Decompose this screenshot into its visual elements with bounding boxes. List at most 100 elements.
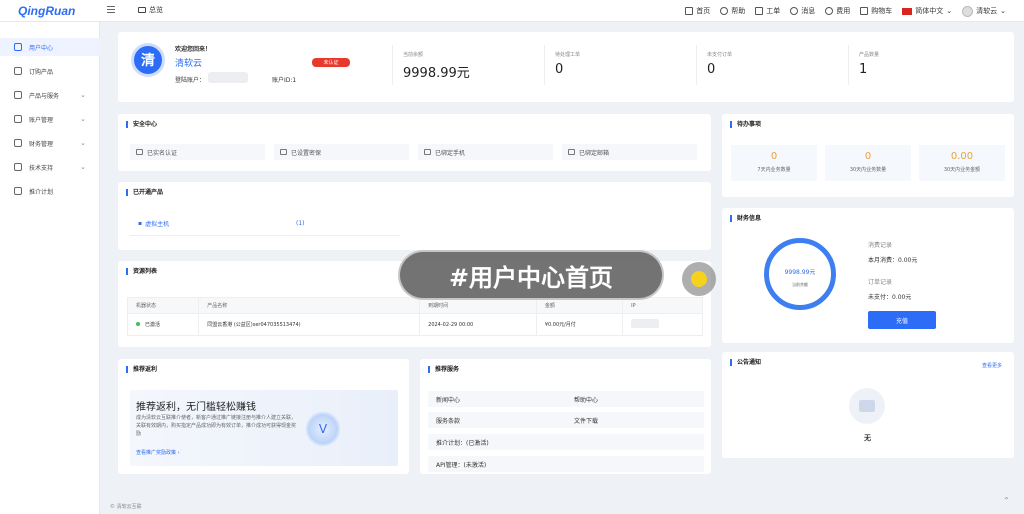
nav-cart[interactable]: 购物车	[860, 4, 892, 18]
support-icon	[14, 163, 22, 171]
service-help[interactable]: 帮助中心	[566, 391, 704, 407]
sidebar-item-finance[interactable]: 财务管理 ⌄	[0, 134, 100, 152]
section-title: 推荐返利	[126, 366, 157, 373]
bell-icon	[790, 7, 799, 15]
order-title: 订单记录	[868, 279, 893, 286]
stat-unpaid-orders[interactable]: 未支付订单 0	[696, 45, 836, 85]
monitor-icon	[138, 7, 146, 13]
top-bar: QingRuan 总览 首页 帮助 工单 消息 费用 购物车 简体中文 ⌄ 清软云…	[0, 0, 1024, 22]
video-caption-overlay: #用户中心首页	[398, 250, 664, 300]
sidebar-item-referral[interactable]: 推介计划	[0, 182, 100, 200]
stat-balance[interactable]: 当前余额 9998.99元	[392, 45, 532, 85]
security-item-question[interactable]: 已设置密保	[274, 144, 409, 160]
scroll-top-icon[interactable]: ⌃	[1003, 496, 1010, 505]
ring-label: 当前余额	[792, 282, 808, 287]
top-nav: 首页 帮助 工单 消息 费用 购物车 简体中文 ⌄ 清软云 ⌄	[685, 4, 1006, 18]
service-label: 新闻中心	[436, 396, 461, 404]
sidebar-item-label: 账户管理	[29, 116, 54, 124]
sidebar-item-label: 推介计划	[29, 188, 54, 196]
status-dot-icon	[136, 322, 140, 326]
service-news[interactable]: 新闻中心	[428, 391, 566, 407]
security-item-realname[interactable]: 已实名认证	[130, 144, 265, 160]
section-title: 已开通产品	[126, 189, 163, 196]
stat-value: 9998.99元	[403, 66, 470, 81]
nav-home[interactable]: 首页	[685, 4, 710, 18]
stat-label: 未支付订单	[707, 52, 733, 58]
amount-cell: ¥0.00元/月付	[535, 313, 624, 336]
nav-help-label: 帮助	[731, 7, 746, 15]
nav-fees-label: 费用	[836, 7, 851, 15]
service-referral[interactable]: 推介计划：(已激活)	[428, 434, 704, 450]
ring-value: 9998.99元	[784, 269, 816, 276]
security-item-label: 已实名认证	[147, 149, 178, 157]
stat-product-count[interactable]: 产品数量 1	[848, 45, 988, 85]
nav-messages-label: 消息	[801, 7, 816, 15]
welcome-greeting: 欢迎您回来！	[175, 46, 212, 53]
security-card: 安全中心	[118, 114, 711, 171]
service-terms[interactable]: 服务条款	[428, 412, 566, 428]
section-title: 财务信息	[730, 215, 761, 222]
chevron-down-icon: ⌄	[80, 115, 86, 123]
recharge-button[interactable]: 充值	[868, 311, 936, 329]
apps-icon: ▪	[138, 220, 143, 227]
order-text: 未支付：0.00元	[868, 294, 912, 301]
overview-tab[interactable]: 总览	[138, 5, 163, 15]
stat-label: 待处理工单	[555, 52, 581, 58]
product-name-cell[interactable]: 同盟云香港 (公益区)ser047035513474)	[198, 313, 421, 336]
service-label: API管理：(未激活)	[436, 461, 487, 469]
chevron-down-icon: ⌄	[80, 163, 86, 171]
todo-label: 30天内业务数量	[849, 167, 887, 173]
todo-30day-count[interactable]: 0 30天内业务数量	[825, 145, 911, 181]
table-row[interactable]: 已激活 同盟云香港 (公益区)ser047035513474) 2024-02-…	[126, 313, 703, 336]
finance-icon	[14, 139, 22, 147]
sidebar-item-label: 财务管理	[29, 140, 54, 148]
rebate-policy-link[interactable]: 查看推广奖励政策 ›	[136, 449, 180, 456]
sidebar: 用户中心 订购产品 产品与服务 ⌄ 账户管理 ⌄ 财务管理 ⌄ 技术支持 ⌄ 推介计划	[0, 22, 100, 514]
language-select[interactable]: 简体中文 ⌄	[902, 4, 952, 18]
brand-logo[interactable]: QingRuan	[18, 4, 75, 18]
menu-toggle-icon[interactable]	[107, 6, 115, 14]
service-label: 服务条款	[436, 417, 461, 425]
todo-value: 0.00	[950, 151, 974, 162]
cart-icon	[860, 7, 869, 15]
security-item-label: 已设置密保	[291, 149, 322, 157]
todo-7day-count[interactable]: 0 7天内业务数量	[731, 145, 817, 181]
user-name: 清软云	[976, 7, 998, 15]
sidebar-item-user-center[interactable]: 用户中心	[0, 38, 100, 56]
account-id: 账户ID:1	[272, 77, 297, 84]
sidebar-item-order-products[interactable]: 订购产品	[0, 62, 100, 80]
section-title: 安全中心	[126, 121, 157, 128]
service-downloads[interactable]: 文件下载	[566, 412, 704, 428]
section-title: 推荐服务	[428, 366, 459, 373]
notice-empty-text: 无	[864, 434, 871, 442]
footer-copyright: © 清软云互联	[110, 504, 142, 510]
service-api[interactable]: API管理：(未激活)	[428, 456, 704, 472]
welcome-name[interactable]: 清软云	[175, 56, 202, 69]
todo-value: 0	[864, 151, 872, 162]
product-row-vhost[interactable]: ▪ 虚拟主机 (1)	[130, 212, 400, 236]
rebate-headline: 推荐返利，无门槛轻松赚钱	[136, 402, 256, 413]
ticket-icon	[755, 7, 764, 15]
nav-help[interactable]: 帮助	[720, 4, 745, 18]
cursor-highlight-icon	[682, 262, 716, 296]
nav-messages[interactable]: 消息	[790, 4, 815, 18]
verification-badge[interactable]: 未认证	[312, 58, 350, 67]
nav-ticket[interactable]: 工单	[755, 4, 780, 18]
sidebar-item-support[interactable]: 技术支持 ⌄	[0, 158, 100, 176]
security-item-email[interactable]: 已绑定邮箱	[562, 144, 697, 160]
user-menu[interactable]: 清软云 ⌄	[962, 4, 1006, 18]
security-item-label: 已绑定邮箱	[579, 149, 610, 157]
chevron-down-icon: ⌄	[80, 91, 86, 99]
avatar: 清	[131, 43, 165, 77]
sidebar-item-products-services[interactable]: 产品与服务 ⌄	[0, 86, 100, 104]
stat-pending-tickets[interactable]: 待处理工单 0	[544, 45, 684, 85]
chevron-down-icon: ⌄	[1000, 7, 1006, 15]
sidebar-item-account[interactable]: 账户管理 ⌄	[0, 110, 100, 128]
notice-more-link[interactable]: 查看更多	[982, 362, 1002, 369]
todo-30day-amount[interactable]: 0.00 30天内业务金额	[919, 145, 1005, 181]
expire-cell: 2024-02-29 00:00	[419, 313, 537, 336]
status-text: 已激活	[145, 322, 161, 328]
security-item-phone[interactable]: 已绑定手机	[418, 144, 553, 160]
nav-ticket-label: 工单	[766, 7, 781, 15]
nav-fees[interactable]: 费用	[825, 4, 850, 18]
